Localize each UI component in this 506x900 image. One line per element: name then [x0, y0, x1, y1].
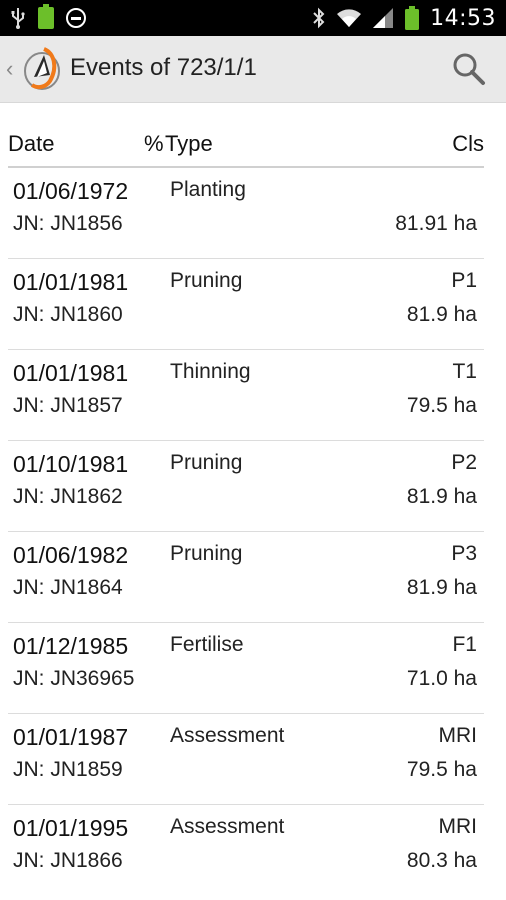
event-type: Pruning	[170, 542, 243, 565]
event-date: 01/10/1981	[13, 451, 129, 477]
event-date: 01/01/1987	[13, 724, 129, 750]
event-type: Pruning	[170, 269, 243, 292]
event-area: 81.9 ha	[406, 485, 477, 508]
status-bar-left	[10, 4, 86, 30]
battery-small-icon	[38, 4, 54, 29]
event-jn: JN: JN1856	[13, 212, 123, 235]
event-row[interactable]: 01/10/1981 Pruning P2 JN: JN1862 81.9 ha	[8, 441, 484, 532]
header-cls[interactable]: Cls	[452, 131, 484, 157]
event-cls: T1	[452, 360, 477, 383]
event-area: 79.5 ha	[406, 394, 477, 417]
event-cls: MRI	[438, 724, 478, 747]
event-row[interactable]: 01/01/1981 Pruning P1 JN: JN1860 81.9 ha	[8, 259, 484, 350]
event-jn: JN: JN1866	[13, 849, 123, 872]
event-type: Assessment	[170, 724, 285, 747]
event-row[interactable]: 01/12/1985 Fertilise F1 JN: JN36965 71.0…	[8, 623, 484, 714]
status-time: 14:53	[430, 5, 496, 31]
event-jn: JN: JN1860	[13, 303, 123, 326]
event-area: 81.91 ha	[395, 212, 477, 235]
event-jn: JN: JN1859	[13, 758, 123, 781]
event-date: 01/01/1995	[13, 815, 129, 841]
event-row[interactable]: 01/01/1995 Assessment MRI JN: JN1866 80.…	[8, 805, 484, 895]
event-type: Assessment	[170, 815, 285, 838]
event-jn: JN: JN36965	[13, 667, 135, 690]
event-cls: P2	[451, 451, 477, 474]
event-jn: JN: JN1862	[13, 485, 123, 508]
up-navigation-icon[interactable]: ‹	[6, 56, 13, 82]
header-date[interactable]: Date	[8, 131, 54, 157]
header-percent[interactable]: %	[144, 131, 164, 157]
bluetooth-icon	[313, 7, 325, 29]
battery-icon	[405, 6, 420, 30]
event-type: Planting	[170, 178, 246, 201]
event-row[interactable]: 01/01/1981 Thinning T1 JN: JN1857 79.5 h…	[8, 350, 484, 441]
event-row[interactable]: 01/01/1987 Assessment MRI JN: JN1859 79.…	[8, 714, 484, 805]
action-bar: ‹ Events of 723/1/1	[0, 36, 506, 103]
status-bar-right: 14:53	[312, 4, 496, 32]
event-cls: F1	[452, 633, 477, 656]
page-title: Events of 723/1/1	[70, 54, 257, 81]
event-area: 79.5 ha	[406, 758, 477, 781]
event-jn: JN: JN1857	[13, 394, 123, 417]
event-area: 71.0 ha	[406, 667, 477, 690]
event-cls: MRI	[438, 815, 478, 838]
event-type: Fertilise	[170, 633, 244, 656]
event-date: 01/01/1981	[13, 269, 129, 295]
event-date: 01/01/1981	[13, 360, 129, 386]
event-jn: JN: JN1864	[13, 576, 123, 599]
event-area: 80.3 ha	[406, 849, 477, 872]
event-list: 01/06/1972 Planting JN: JN1856 81.91 ha …	[8, 168, 484, 895]
usb-icon	[11, 8, 25, 29]
wifi-icon	[337, 9, 362, 27]
list-header: Date % Type Cls	[8, 126, 484, 168]
event-row[interactable]: 01/06/1972 Planting JN: JN1856 81.91 ha	[8, 168, 484, 259]
event-row[interactable]: 01/06/1982 Pruning P3 JN: JN1864 81.9 ha	[8, 532, 484, 623]
event-cls: P3	[451, 542, 477, 565]
event-date: 01/12/1985	[13, 633, 129, 659]
app-logo-icon[interactable]	[20, 45, 64, 93]
do-not-disturb-icon	[66, 8, 86, 28]
event-cls: P1	[451, 269, 477, 292]
event-area: 81.9 ha	[406, 576, 477, 599]
signal-icon	[373, 8, 394, 28]
status-bar: 14:53	[0, 0, 506, 36]
event-type: Thinning	[170, 360, 251, 383]
event-date: 01/06/1972	[13, 178, 129, 204]
search-icon[interactable]	[450, 50, 488, 88]
event-type: Pruning	[170, 451, 243, 474]
header-type[interactable]: Type	[165, 131, 213, 157]
event-area: 81.9 ha	[406, 303, 477, 326]
event-date: 01/06/1982	[13, 542, 129, 568]
